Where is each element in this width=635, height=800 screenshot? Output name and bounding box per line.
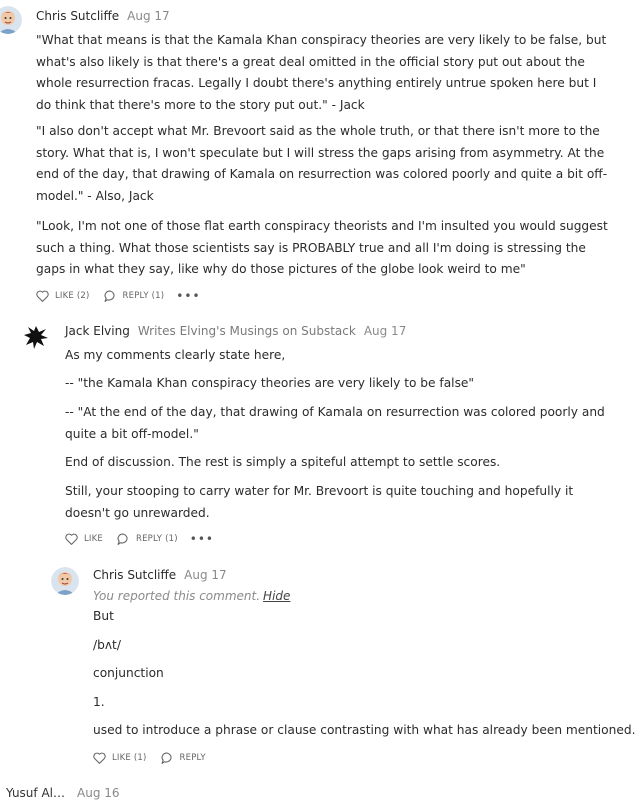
comment-paragraph: As my comments clearly state here, <box>65 348 286 362</box>
like-button[interactable]: LIKE (1) <box>93 752 147 764</box>
comment-paragraph: -- "the Kamala Khan conspiracy theories … <box>65 376 475 390</box>
comment-paragraph: -- "At the end of the day, that drawing … <box>65 405 605 441</box>
comment-paragraph: used to introduce a phrase or clause con… <box>93 723 635 737</box>
author-name[interactable]: Jack Elving <box>65 324 130 338</box>
comment-header: Jack Elving Writes Elving's Musings on Su… <box>65 324 406 338</box>
comment-date[interactable]: Aug 17 <box>364 324 407 338</box>
reply-button[interactable]: REPLY (1) <box>104 290 165 302</box>
hide-link[interactable]: Hide <box>263 589 290 603</box>
heart-icon <box>36 290 49 302</box>
comment-actions: LIKE (1) REPLY <box>93 752 220 764</box>
avatar[interactable] <box>22 323 50 351</box>
like-label: LIKE <box>84 534 103 544</box>
next-comment-header: Yusuf Al… Aug 16 <box>6 786 120 800</box>
avatar-cartoon-icon <box>0 6 22 34</box>
author-name[interactable]: Yusuf Al… <box>6 786 65 800</box>
comment-paragraph: "What that means is that the Kamala Khan… <box>36 33 607 112</box>
comment-date[interactable]: Aug 17 <box>127 9 170 23</box>
comment-header: Chris Sutcliffe Aug 17 <box>93 568 227 582</box>
comment-paragraph: "Look, I'm not one of those flat earth c… <box>36 219 608 276</box>
speech-bubble-icon <box>161 752 172 764</box>
speech-bubble-icon <box>104 290 115 302</box>
more-options-button[interactable]: ••• <box>190 532 214 546</box>
comment-actions: LIKE REPLY (1) ••• <box>65 532 214 546</box>
avatar[interactable] <box>0 6 22 34</box>
avatar-cartoon-icon <box>51 567 79 595</box>
more-options-button[interactable]: ••• <box>176 289 200 303</box>
comment-paragraph: 1. <box>93 695 105 709</box>
comment-paragraph: End of discussion. The rest is simply a … <box>65 455 501 469</box>
avatar-ink-splatter-icon <box>22 323 50 351</box>
avatar[interactable] <box>51 567 79 595</box>
speech-bubble-icon <box>117 533 128 545</box>
comment-paragraph: Still, your stooping to carry water for … <box>65 484 574 520</box>
author-name[interactable]: Chris Sutcliffe <box>36 9 119 23</box>
author-name[interactable]: Chris Sutcliffe <box>93 568 176 582</box>
comment-actions: LIKE (2) REPLY (1) ••• <box>36 289 201 303</box>
like-label: LIKE (2) <box>55 291 90 301</box>
comment-date[interactable]: Aug 16 <box>77 786 120 800</box>
reported-text: You reported this comment. <box>93 589 261 603</box>
comment-paragraph: conjunction <box>93 666 164 680</box>
reply-label: REPLY <box>179 753 206 763</box>
comment-header: Chris Sutcliffe Aug 17 <box>36 9 170 23</box>
comment-paragraph: /bʌt/ <box>93 638 121 652</box>
reply-button[interactable]: REPLY <box>161 752 206 764</box>
like-button[interactable]: LIKE <box>65 533 103 545</box>
reply-label: REPLY (1) <box>136 534 178 544</box>
heart-icon <box>65 533 78 545</box>
reply-label: REPLY (1) <box>122 291 165 301</box>
author-byline[interactable]: Writes Elving's Musings on Substack <box>138 324 356 338</box>
comment-paragraph: But <box>93 609 114 623</box>
reply-button[interactable]: REPLY (1) <box>117 533 178 545</box>
comment-date[interactable]: Aug 17 <box>184 568 227 582</box>
reported-notice: You reported this comment. Hide <box>93 589 290 603</box>
like-button[interactable]: LIKE (2) <box>36 290 90 302</box>
comment-paragraph: "I also don't accept what Mr. Brevoort s… <box>36 124 608 203</box>
like-label: LIKE (1) <box>112 753 147 763</box>
heart-icon <box>93 752 106 764</box>
